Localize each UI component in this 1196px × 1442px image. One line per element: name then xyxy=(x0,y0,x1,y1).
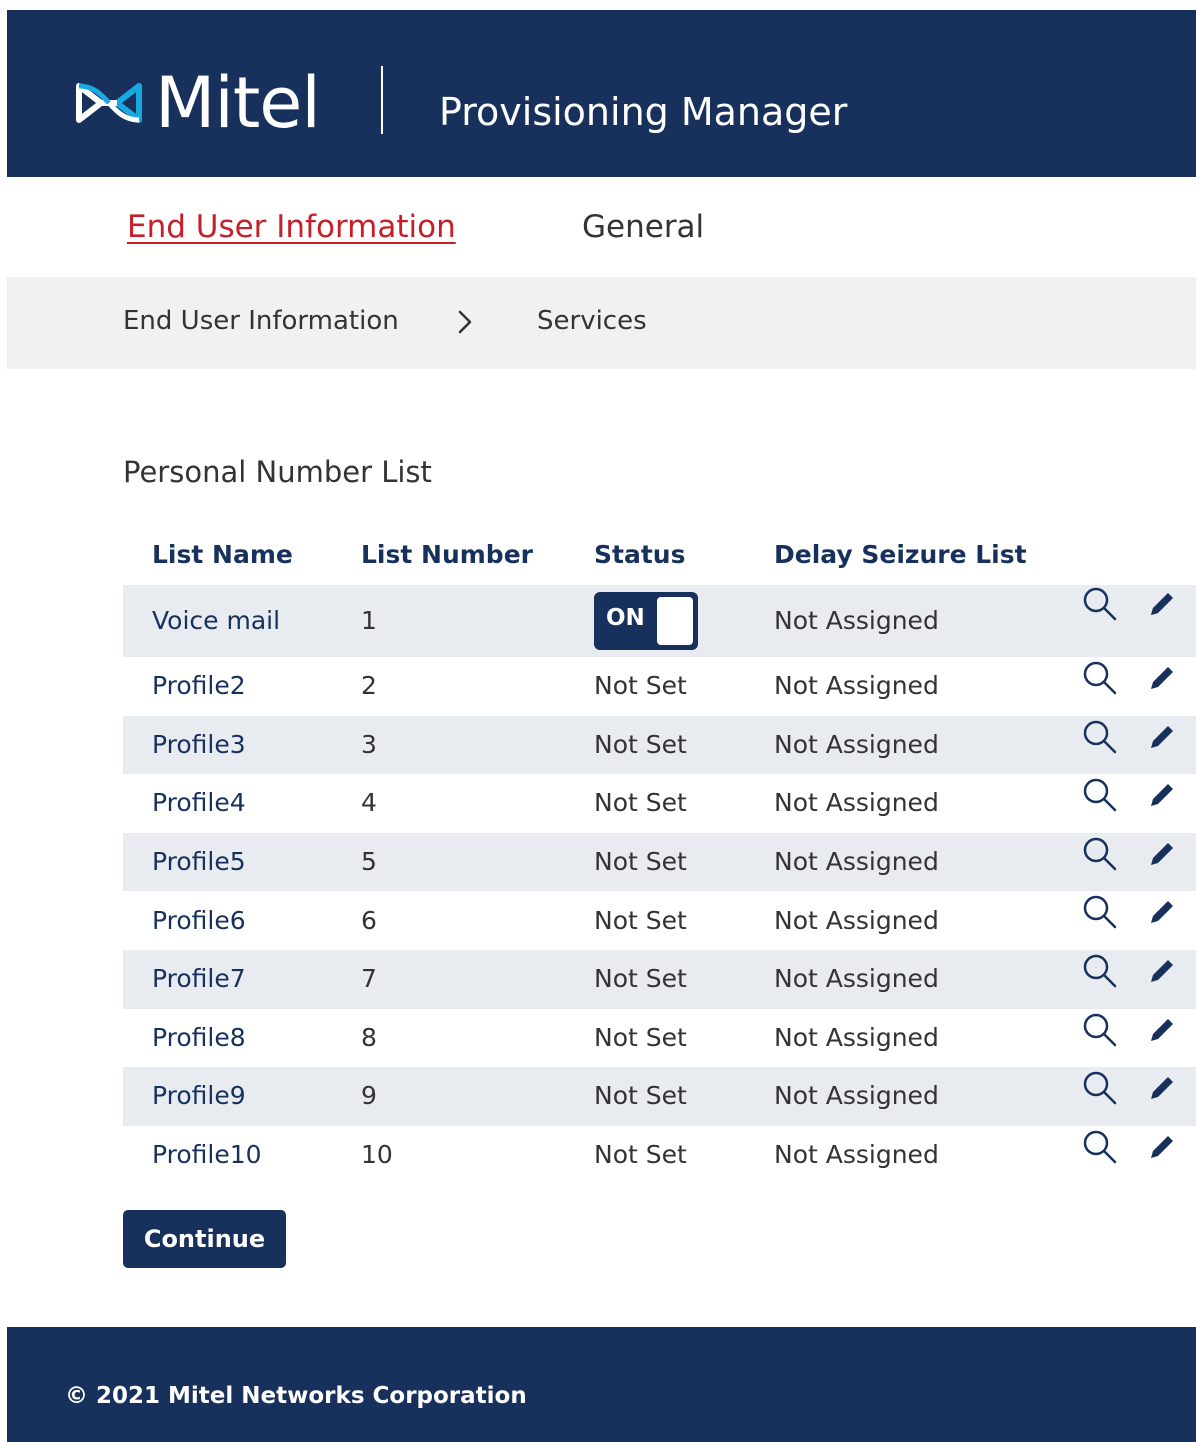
cell-list-name: Profile2 xyxy=(152,671,246,701)
edit-pencil-icon[interactable] xyxy=(1141,1128,1181,1168)
search-icon[interactable] xyxy=(1080,1069,1120,1109)
edit-pencil-icon[interactable] xyxy=(1141,718,1181,758)
cell-list-number: 8 xyxy=(361,1022,377,1052)
cell-list-number: 3 xyxy=(361,729,377,759)
search-icon[interactable] xyxy=(1080,1128,1120,1168)
search-icon[interactable] xyxy=(1080,718,1120,758)
breadcrumb-services: Services xyxy=(537,306,647,336)
cell-list-number: 10 xyxy=(361,1140,393,1170)
edit-pencil-icon[interactable] xyxy=(1141,1011,1181,1051)
cell-list-number: 9 xyxy=(361,1081,377,1111)
cell-list-name: Profile8 xyxy=(152,1022,246,1052)
personal-number-list-table: List Name List Number Status Delay Seizu… xyxy=(123,527,1196,1184)
cell-delay-seizure-list: Not Assigned xyxy=(774,847,939,877)
cell-list-name: Profile10 xyxy=(152,1140,262,1170)
cell-delay-seizure-list: Not Assigned xyxy=(774,1140,939,1170)
cell-list-name: Profile3 xyxy=(152,729,246,759)
status-toggle[interactable]: ON xyxy=(594,592,698,650)
cell-list-number: 1 xyxy=(361,606,377,635)
cell-list-number: 6 xyxy=(361,905,377,935)
column-header-list-number: List Number xyxy=(361,540,533,569)
tab-general[interactable]: General xyxy=(582,207,704,247)
header-divider xyxy=(381,66,383,134)
mitel-logo: Mitel xyxy=(73,62,321,144)
app-title: Provisioning Manager xyxy=(439,90,848,134)
cell-list-name: Profile9 xyxy=(152,1081,246,1111)
cell-status: Not Set xyxy=(594,1022,687,1052)
copyright-text: © 2021 Mitel Networks Corporation xyxy=(65,1383,527,1409)
table-header: List Name List Number Status Delay Seizu… xyxy=(123,527,1196,585)
column-header-delay-seizure-list: Delay Seizure List xyxy=(774,540,1027,569)
cell-list-number: 5 xyxy=(361,847,377,877)
breadcrumb: End User Information Services xyxy=(7,277,1196,369)
toggle-knob xyxy=(657,597,693,645)
search-icon[interactable] xyxy=(1080,952,1120,992)
cell-status: Not Set xyxy=(594,1081,687,1111)
cell-list-number: 7 xyxy=(361,964,377,994)
cell-list-name: Profile5 xyxy=(152,847,246,877)
search-icon[interactable] xyxy=(1080,659,1120,699)
mitel-logo-mark-icon xyxy=(76,83,142,123)
edit-pencil-icon[interactable] xyxy=(1141,1069,1181,1109)
column-header-list-name: List Name xyxy=(152,540,293,569)
search-icon[interactable] xyxy=(1080,835,1120,875)
cell-delay-seizure-list: Not Assigned xyxy=(774,905,939,935)
cell-delay-seizure-list: Not Assigned xyxy=(774,606,939,635)
cell-list-name: Profile6 xyxy=(152,905,246,935)
table-row: Profile8 8 Not Set Not Assigned xyxy=(123,1009,1196,1068)
page-footer: © 2021 Mitel Networks Corporation xyxy=(7,1327,1196,1442)
table-row: Profile6 6 Not Set Not Assigned xyxy=(123,891,1196,950)
table-row: Voice mail 1 ON Not Assigned xyxy=(123,585,1196,657)
table-row: Profile4 4 Not Set Not Assigned xyxy=(123,774,1196,833)
table-row: Profile7 7 Not Set Not Assigned xyxy=(123,949,1196,1009)
cell-list-name: Voice mail xyxy=(152,606,281,635)
cell-status: Not Set xyxy=(594,905,687,935)
table-row: Profile3 3 Not Set Not Assigned xyxy=(123,715,1196,775)
table-row: Profile2 2 Not Set Not Assigned xyxy=(123,657,1196,716)
edit-pencil-icon[interactable] xyxy=(1141,835,1181,875)
search-icon[interactable] xyxy=(1080,1011,1120,1051)
search-icon[interactable] xyxy=(1080,585,1120,625)
edit-pencil-icon[interactable] xyxy=(1141,585,1181,625)
cell-status: Not Set xyxy=(594,788,687,818)
cell-delay-seizure-list: Not Assigned xyxy=(774,1081,939,1111)
cell-status: Not Set xyxy=(594,729,687,759)
edit-pencil-icon[interactable] xyxy=(1141,893,1181,933)
cell-delay-seizure-list: Not Assigned xyxy=(774,788,939,818)
app-header: Mitel Provisioning Manager xyxy=(7,10,1196,177)
cell-status: Not Set xyxy=(594,1140,687,1170)
toggle-label: ON xyxy=(606,605,645,631)
edit-pencil-icon[interactable] xyxy=(1141,776,1181,816)
chevron-right-icon xyxy=(458,310,472,334)
cell-status: Not Set xyxy=(594,964,687,994)
table-row: Profile10 10 Not Set Not Assigned xyxy=(123,1126,1196,1185)
edit-pencil-icon[interactable] xyxy=(1141,659,1181,699)
cell-delay-seizure-list: Not Assigned xyxy=(774,1022,939,1052)
column-header-status: Status xyxy=(594,540,686,569)
table-row: Profile9 9 Not Set Not Assigned xyxy=(123,1067,1196,1126)
search-icon[interactable] xyxy=(1080,893,1120,933)
continue-button[interactable]: Continue xyxy=(123,1210,286,1268)
cell-status: Not Set xyxy=(594,847,687,877)
cell-list-number: 4 xyxy=(361,788,377,818)
cell-list-name: Profile4 xyxy=(152,788,246,818)
search-icon[interactable] xyxy=(1080,776,1120,816)
cell-list-name: Profile7 xyxy=(152,964,246,994)
cell-delay-seizure-list: Not Assigned xyxy=(774,671,939,701)
table-row: Profile5 5 Not Set Not Assigned xyxy=(123,832,1196,892)
edit-pencil-icon[interactable] xyxy=(1141,952,1181,992)
logo-wordmark: Mitel xyxy=(155,62,321,144)
cell-delay-seizure-list: Not Assigned xyxy=(774,729,939,759)
cell-status: Not Set xyxy=(594,671,687,701)
top-tabs: End User Information General xyxy=(7,177,1196,277)
section-title: Personal Number List xyxy=(123,455,432,489)
breadcrumb-end-user-information[interactable]: End User Information xyxy=(123,305,399,339)
cell-list-number: 2 xyxy=(361,671,377,701)
tab-end-user-information[interactable]: End User Information xyxy=(127,207,456,247)
cell-delay-seizure-list: Not Assigned xyxy=(774,964,939,994)
